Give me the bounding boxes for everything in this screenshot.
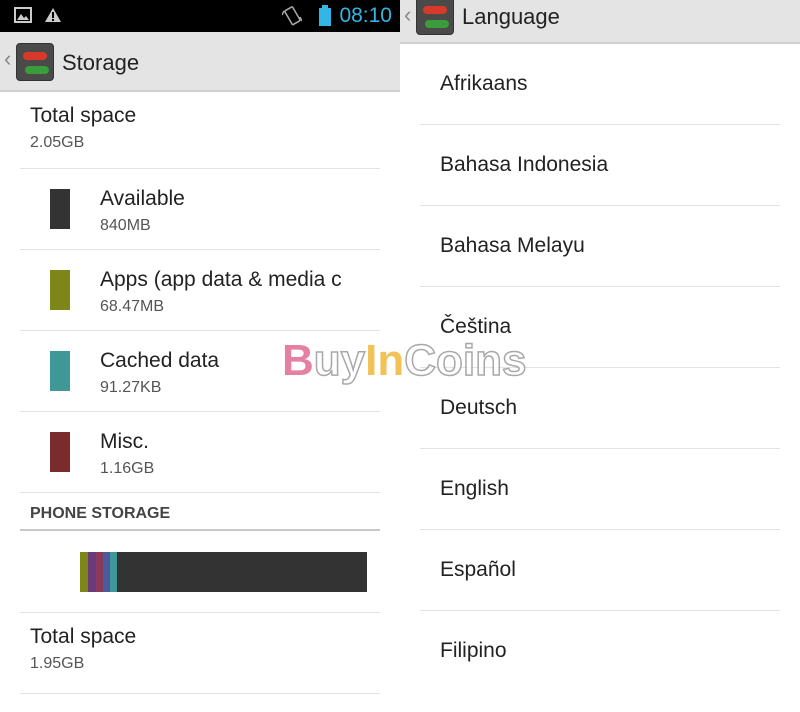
row-title: Misc. xyxy=(100,430,149,453)
row-value: 68.47MB xyxy=(100,298,165,315)
bar-segment xyxy=(110,552,117,592)
clock: 08:10 xyxy=(339,4,392,27)
row-value: 1.95GB xyxy=(30,655,85,672)
section-header: PHONE STORAGE xyxy=(20,493,380,531)
warning-icon xyxy=(45,8,61,22)
color-swatch xyxy=(50,351,70,391)
language-item[interactable]: English xyxy=(420,449,780,530)
language-label: Bahasa Indonesia xyxy=(440,153,609,176)
bar-segment xyxy=(117,552,367,592)
row-title: Apps (app data & media c xyxy=(100,268,342,291)
watermark-logo: BuyInCoins xyxy=(282,335,527,386)
language-label: Español xyxy=(440,558,516,581)
language-label: Afrikaans xyxy=(440,72,528,95)
storage-bar-row xyxy=(20,531,380,613)
back-chevron-icon[interactable]: ‹ xyxy=(404,2,411,28)
phone-total-space-row: Total space 1.95GB xyxy=(20,613,380,694)
bar-segment xyxy=(80,552,88,592)
image-icon xyxy=(14,7,32,23)
language-label: English xyxy=(440,477,509,500)
language-item[interactable]: Bahasa Melayu xyxy=(420,206,780,287)
language-label: Deutsch xyxy=(440,396,518,419)
available-row[interactable]: Available 840MB xyxy=(20,169,380,250)
language-item[interactable]: Español xyxy=(420,530,780,611)
action-bar: ‹ Language xyxy=(400,0,800,44)
bar-segment xyxy=(96,552,103,592)
bar-segment xyxy=(88,552,96,592)
row-title: Total space xyxy=(30,104,137,127)
row-value: 2.05GB xyxy=(30,134,85,151)
color-swatch xyxy=(50,189,70,229)
language-item[interactable]: Afrikaans xyxy=(420,44,780,125)
color-swatch xyxy=(50,270,70,310)
storage-list: Total space 2.05GB Available 840MB Apps … xyxy=(0,94,400,694)
row-title: Total space xyxy=(30,625,137,648)
bar-segment xyxy=(103,552,110,592)
storage-usage-bar xyxy=(80,552,367,592)
settings-app-icon[interactable] xyxy=(16,43,54,81)
page-title: Language xyxy=(462,4,560,29)
language-item[interactable]: Filipino xyxy=(420,611,780,692)
row-value: 91.27KB xyxy=(100,379,162,396)
battery-icon xyxy=(319,5,331,26)
page-title: Storage xyxy=(62,50,140,75)
language-label: Bahasa Melayu xyxy=(440,234,585,257)
language-item[interactable]: Bahasa Indonesia xyxy=(420,125,780,206)
apps-row[interactable]: Apps (app data & media c 68.47MB xyxy=(20,250,380,331)
section-header-label: PHONE STORAGE xyxy=(30,505,171,522)
row-value: 840MB xyxy=(100,217,151,234)
action-bar: ‹ Storage xyxy=(0,32,400,92)
row-title: Available xyxy=(100,187,185,210)
status-bar: 08:10 xyxy=(0,0,400,32)
settings-app-icon[interactable] xyxy=(416,0,454,35)
row-value: 1.16GB xyxy=(100,460,155,477)
color-swatch xyxy=(50,432,70,472)
language-label: Filipino xyxy=(440,639,507,662)
vibrate-icon xyxy=(282,6,302,26)
total-space-row: Total space 2.05GB xyxy=(20,94,380,169)
misc-row[interactable]: Misc. 1.16GB xyxy=(20,412,380,493)
back-chevron-icon[interactable]: ‹ xyxy=(4,46,11,72)
